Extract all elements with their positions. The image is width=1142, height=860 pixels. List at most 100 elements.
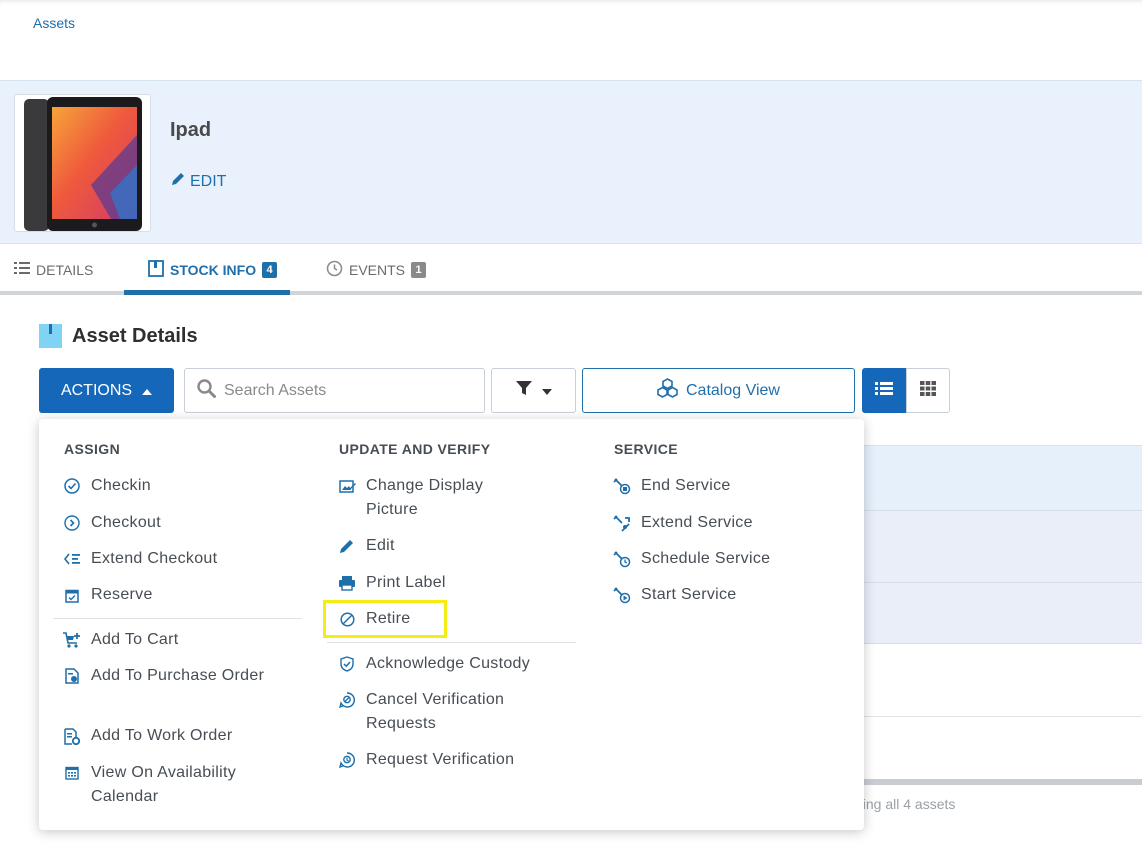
wrench-extend-icon [613, 511, 631, 535]
shield-check-icon [338, 652, 356, 676]
menu-item-label: Retire [366, 610, 411, 627]
service-heading: SERVICE [614, 441, 679, 457]
menu-item-acknowledge-custody[interactable]: Acknowledge Custody [338, 652, 546, 676]
actions-dropdown-menu: ASSIGN Checkin Checkout Extend Checkout … [39, 419, 864, 830]
menu-item-label: Reserve [91, 586, 153, 603]
tab-stock-info[interactable]: STOCK INFO 4 [148, 244, 278, 295]
verification-request-icon [338, 748, 356, 772]
results-count: aying all 4 assets [848, 796, 956, 812]
menu-item-view-on-availability-calendar[interactable]: View On Availability Calendar [63, 761, 261, 809]
search-icon [197, 378, 216, 403]
menu-item-cancel-verification-requests[interactable]: Cancel Verification Requests [338, 688, 526, 736]
list-icon [14, 261, 30, 278]
cubes-icon [657, 378, 678, 403]
menu-item-label: Change Display Picture [366, 477, 484, 518]
edit-label: EDIT [190, 172, 227, 190]
wrench-clock-icon [613, 547, 631, 571]
search-box [184, 368, 485, 413]
menu-item-label: Start Service [641, 586, 737, 603]
menu-item-label: Print Label [366, 574, 446, 591]
menu-item-label: Cancel Verification Requests [366, 691, 505, 732]
list-view-icon [875, 381, 893, 401]
asset-header: Ipad EDIT [0, 80, 1142, 244]
actions-button[interactable]: ACTIONS [39, 368, 174, 413]
asset-details-icon [39, 324, 62, 348]
horizontal-scrollbar[interactable] [860, 779, 1142, 785]
menu-item-edit[interactable]: Edit [338, 534, 546, 558]
filter-button[interactable] [491, 368, 576, 413]
menu-item-reserve[interactable]: Reserve [63, 583, 271, 607]
menu-item-checkin[interactable]: Checkin [63, 474, 271, 498]
page: Assets Ipad EDIT DETAILS STOCK INFO 4 EV… [0, 0, 1142, 860]
table-row[interactable] [860, 644, 1142, 717]
menu-item-add-to-work-order[interactable]: Add To Work Order [63, 724, 271, 748]
printer-icon [338, 571, 356, 595]
wrench-stop-icon [613, 474, 631, 498]
cart-plus-icon [63, 628, 81, 652]
breadcrumb: Assets [0, 0, 1142, 80]
asset-image [14, 94, 151, 232]
table-row[interactable] [860, 582, 1142, 644]
tab-events-label: EVENTS [349, 261, 406, 278]
breadcrumb-assets-link[interactable]: Assets [33, 15, 75, 31]
menu-item-retire[interactable]: Retire [338, 607, 546, 631]
calendar-check-icon [63, 583, 81, 607]
menu-item-label: Edit [366, 537, 395, 554]
menu-item-checkout[interactable]: Checkout [63, 511, 271, 535]
menu-item-label: Schedule Service [641, 550, 771, 567]
menu-item-add-to-purchase-order[interactable]: Add To Purchase Order [63, 664, 271, 688]
asset-name: Ipad [170, 119, 212, 141]
table-header [860, 445, 1142, 510]
search-input[interactable] [224, 381, 464, 400]
catalog-view-button[interactable]: Catalog View [582, 368, 855, 413]
menu-item-request-verification[interactable]: Request Verification [338, 748, 546, 772]
wrench-play-icon [613, 583, 631, 607]
menu-item-extend-service[interactable]: Extend Service [613, 511, 821, 535]
tab-details[interactable]: DETAILS [14, 244, 93, 295]
menu-item-label: Checkout [91, 514, 161, 531]
menu-item-label: Add To Cart [91, 631, 179, 648]
ban-icon [338, 607, 356, 631]
menu-item-extend-checkout[interactable]: Extend Checkout [63, 547, 271, 571]
purchase-order-icon [63, 664, 81, 688]
menu-item-add-to-cart[interactable]: Add To Cart [63, 628, 271, 652]
table-row[interactable] [860, 717, 1142, 779]
menu-divider [53, 618, 302, 619]
menu-item-label: Add To Work Order [91, 727, 233, 744]
section-title: Asset Details [72, 324, 198, 347]
update-verify-heading: UPDATE AND VERIFY [339, 441, 491, 457]
catalog-view-label: Catalog View [686, 381, 780, 399]
tab-bar: DETAILS STOCK INFO 4 EVENTS 1 [0, 244, 1142, 295]
chevron-down-icon [541, 382, 552, 400]
assign-heading: ASSIGN [64, 441, 121, 457]
work-order-icon [63, 724, 81, 748]
tab-events[interactable]: EVENTS 1 [326, 244, 427, 295]
menu-divider [327, 642, 576, 643]
menu-item-schedule-service[interactable]: Schedule Service [613, 547, 821, 571]
menu-item-label: Extend Service [641, 514, 753, 531]
actions-label: ACTIONS [60, 381, 133, 399]
tab-stock-info-label: STOCK INFO [170, 261, 257, 278]
extend-checkout-icon [63, 547, 81, 571]
table-row[interactable] [860, 510, 1142, 582]
list-view-button[interactable] [862, 368, 906, 413]
grid-view-button[interactable] [906, 368, 950, 413]
grid-view-icon [920, 380, 936, 401]
menu-item-label: Checkin [91, 477, 151, 494]
active-tab-indicator [124, 290, 290, 295]
menu-item-label: Acknowledge Custody [366, 655, 531, 672]
edit-asset-link[interactable]: EDIT [170, 171, 226, 192]
verification-cancel-icon [338, 688, 356, 712]
menu-item-change-display-picture[interactable]: Change Display Picture [338, 474, 526, 522]
pencil-icon [170, 171, 186, 192]
menu-item-label: End Service [641, 477, 731, 494]
section-header: Asset Details [39, 324, 198, 348]
menu-item-print-label[interactable]: Print Label [338, 571, 546, 595]
menu-item-start-service[interactable]: Start Service [613, 583, 821, 607]
arrow-circle-right-icon [63, 511, 81, 535]
bookmark-book-icon [148, 259, 164, 280]
menu-item-end-service[interactable]: End Service [613, 474, 821, 498]
events-count-badge: 1 [411, 261, 427, 278]
calendar-grid-icon [63, 761, 81, 785]
menu-item-label: Request Verification [366, 751, 515, 768]
